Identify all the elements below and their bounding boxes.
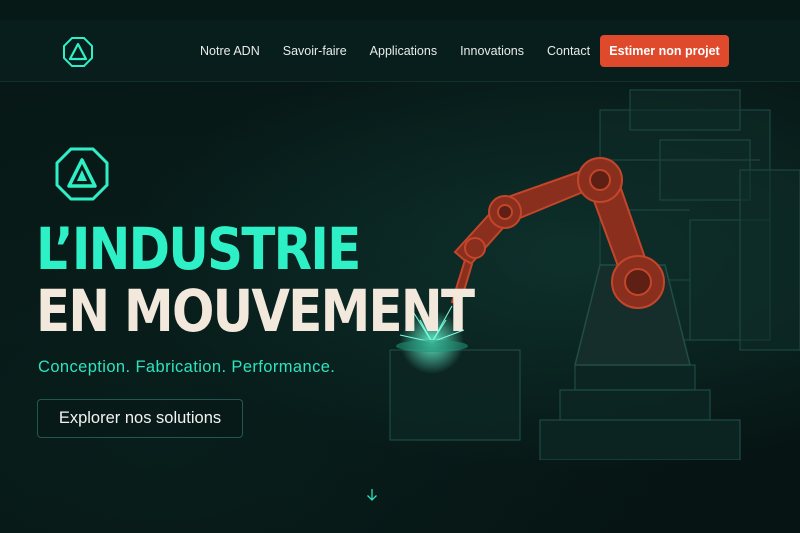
arrow-down-icon[interactable]	[365, 488, 379, 502]
estimate-project-button[interactable]: Estimer non projet	[600, 35, 729, 67]
triangle-octagon-logo-icon	[55, 147, 109, 201]
nav-link-contact[interactable]: Contact	[547, 44, 590, 58]
triangle-octagon-logo-icon[interactable]	[62, 36, 94, 68]
hero-title-line2: EN MOUVEMENT	[36, 277, 475, 345]
hero-tagline: Conception. Fabrication. Performance.	[38, 358, 336, 376]
hero-title-line1: L’INDUSTRIE	[36, 215, 361, 283]
explore-solutions-button[interactable]: Explorer nos solutions	[37, 399, 243, 438]
hero-title: L’INDUSTRIE EN MOUVEMENT	[36, 215, 475, 345]
nav-link-innovations[interactable]: Innovations	[460, 44, 524, 58]
nav-link-applications[interactable]: Applications	[370, 44, 437, 58]
nav-link-savoir-faire[interactable]: Savoir-faire	[283, 44, 347, 58]
nav-links: Notre ADN Savoir-faire Applications Inno…	[200, 20, 613, 82]
top-navbar: Notre ADN Savoir-faire Applications Inno…	[0, 20, 800, 82]
nav-link-notre-adn[interactable]: Notre ADN	[200, 44, 260, 58]
